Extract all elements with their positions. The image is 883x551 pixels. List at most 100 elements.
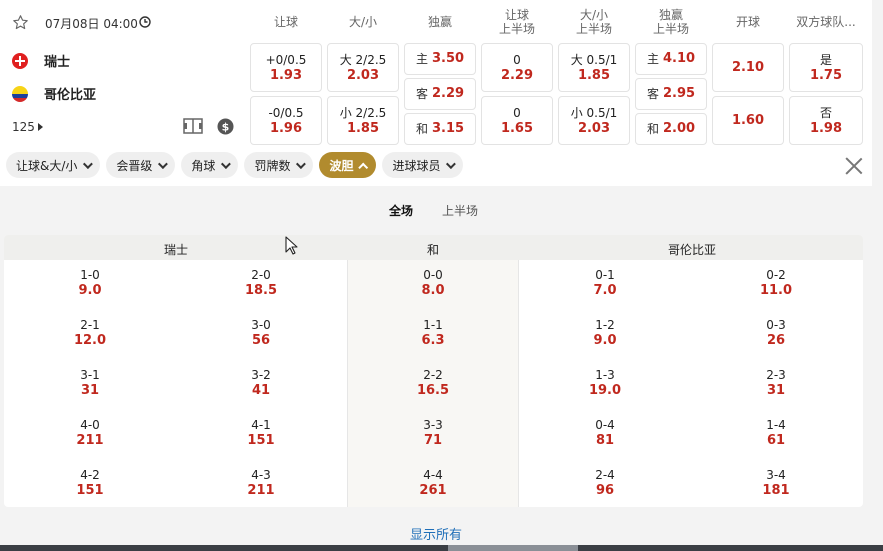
tab-first-half[interactable]: 上半场	[442, 202, 478, 219]
odds-over[interactable]: 大 2/2.5 2.03	[327, 43, 399, 92]
score-cell[interactable]: 2-4 96	[565, 467, 645, 499]
odds-moneyline-h1-draw[interactable]: 和 2.00	[635, 113, 707, 145]
score-cell[interactable]: 1-2 9.0	[565, 317, 645, 349]
score-label: 3-0	[251, 318, 271, 332]
filter-corners[interactable]: 角球	[181, 152, 239, 178]
score-cell[interactable]: 0-2 11.0	[736, 267, 816, 299]
star-icon[interactable]	[12, 14, 29, 31]
score-odd: 211	[76, 433, 104, 448]
close-icon[interactable]	[845, 157, 863, 175]
score-cell[interactable]: 1-0 9.0	[50, 267, 130, 299]
odds-handicap-away[interactable]: -0/0.5 1.96	[250, 96, 322, 145]
score-label: 2-0	[251, 268, 271, 282]
score-odd: 181	[762, 483, 790, 498]
match-card: 07月08日 04:00 瑞士 哥伦比亚 125 $ 让球 大/小 独赢 让球 …	[0, 0, 872, 186]
score-odd: 9.0	[593, 333, 617, 348]
chevron-right-icon	[37, 123, 43, 131]
score-cell[interactable]: 2-2 16.5	[393, 367, 473, 399]
filter-qualify[interactable]: 会晋级	[106, 152, 176, 178]
score-cell[interactable]: 1-4 61	[736, 417, 816, 449]
score-cell[interactable]: 4-2 151	[50, 467, 130, 499]
filter-handicap-overunder[interactable]: 让球&大/小	[6, 152, 101, 178]
score-label: 2-1	[80, 318, 100, 332]
odds-btts-no[interactable]: 否 1.98	[789, 96, 863, 145]
score-cell[interactable]: 0-1 7.0	[565, 267, 645, 299]
score-cell[interactable]: 0-3 26	[736, 317, 816, 349]
header-kickoff: 开球	[735, 15, 760, 29]
chevron-down-icon	[221, 158, 232, 169]
score-odd: 31	[80, 383, 100, 398]
score-label: 4-3	[251, 468, 271, 482]
more-markets-link[interactable]: 125	[12, 120, 43, 134]
pitch-icon[interactable]	[183, 118, 203, 134]
score-cell[interactable]: 3-4 181	[736, 467, 816, 499]
score-cell[interactable]: 3-3 71	[393, 417, 473, 449]
odds-under-h1[interactable]: 小 0.5/1 2.03	[558, 96, 630, 145]
score-odd: 6.3	[421, 333, 445, 348]
score-odd: 56	[251, 333, 271, 348]
odds-handicap-home[interactable]: +0/0.5 1.93	[250, 43, 322, 92]
header-overunder-h1: 大/小 上半场	[575, 8, 612, 36]
filter-correct-score[interactable]: 波胆	[319, 152, 377, 178]
dollar-icon[interactable]: $	[217, 118, 234, 135]
odds-moneyline-draw[interactable]: 和 3.15	[404, 113, 476, 145]
odds-moneyline-h1-away[interactable]: 客 2.95	[635, 78, 707, 110]
score-label: 4-2	[80, 468, 100, 482]
scrollbar[interactable]	[872, 0, 883, 545]
odds-moneyline-h1-home[interactable]: 主 4.10	[635, 43, 707, 75]
filter-cards[interactable]: 罚牌数	[244, 152, 314, 178]
odds-handicap-h1-home[interactable]: 0 2.29	[481, 43, 553, 92]
tab-fulltime[interactable]: 全场	[389, 202, 413, 219]
header-handicap: 让球	[273, 15, 298, 29]
score-cell[interactable]: 4-4 261	[393, 467, 473, 499]
odds-moneyline-away[interactable]: 客 2.29	[404, 78, 476, 110]
score-cell[interactable]: 3-1 31	[50, 367, 130, 399]
odds-over-h1[interactable]: 大 0.5/1 1.85	[558, 43, 630, 92]
chevron-down-icon	[158, 158, 169, 169]
score-cell[interactable]: 3-0 56	[221, 317, 301, 349]
chevron-down-icon	[296, 158, 307, 169]
grid-header: 瑞士 和 哥伦比亚	[4, 235, 863, 260]
odds-btts-yes[interactable]: 是 1.75	[789, 43, 863, 92]
score-cell[interactable]: 3-2 41	[221, 367, 301, 399]
show-all-link[interactable]: 显示所有	[0, 524, 872, 543]
score-cell[interactable]: 0-0 8.0	[393, 267, 473, 299]
score-label: 2-4	[595, 468, 615, 482]
score-odd: 151	[76, 483, 104, 498]
odds-kickoff-home[interactable]: 2.10	[712, 43, 784, 92]
odds-kickoff-away[interactable]: 1.60	[712, 96, 784, 145]
score-label: 1-0	[80, 268, 100, 282]
svg-text:$: $	[222, 121, 230, 134]
score-cell[interactable]: 4-3 211	[221, 467, 301, 499]
score-label: 0-2	[766, 268, 786, 282]
score-cell[interactable]: 4-0 211	[50, 417, 130, 449]
chevron-down-icon	[83, 158, 94, 169]
score-odd: 19.0	[588, 383, 622, 398]
header-moneyline: 独赢	[427, 15, 452, 29]
score-odd: 261	[419, 483, 447, 498]
score-label: 1-1	[423, 318, 443, 332]
score-cell[interactable]: 4-1 151	[221, 417, 301, 449]
switzerland-flag-icon	[12, 52, 28, 69]
filter-goalscorer[interactable]: 进球球员	[382, 152, 464, 178]
score-odd: 81	[595, 433, 615, 448]
score-cell[interactable]: 1-3 19.0	[565, 367, 645, 399]
score-cell[interactable]: 2-1 12.0	[50, 317, 130, 349]
header-handicap-h1: 让球 上半场	[498, 8, 535, 36]
horizontal-scrollbar[interactable]	[0, 545, 883, 551]
score-cell[interactable]: 2-0 18.5	[221, 267, 301, 299]
score-label: 4-0	[80, 418, 100, 432]
home-team: 瑞士	[12, 51, 70, 70]
score-label: 2-2	[423, 368, 443, 382]
score-cell[interactable]: 2-3 31	[736, 367, 816, 399]
score-label: 2-3	[766, 368, 786, 382]
score-label: 3-1	[80, 368, 100, 382]
header-btts: 双方球队...	[796, 15, 856, 29]
score-cell[interactable]: 0-4 81	[565, 417, 645, 449]
odds-under[interactable]: 小 2/2.5 1.85	[327, 96, 399, 145]
score-cell[interactable]: 1-1 6.3	[393, 317, 473, 349]
odds-handicap-h1-away[interactable]: 0 1.65	[481, 96, 553, 145]
odds-moneyline-home[interactable]: 主 3.50	[404, 43, 476, 75]
score-odd: 61	[766, 433, 786, 448]
header-moneyline-h1: 独赢 上半场	[652, 8, 689, 36]
